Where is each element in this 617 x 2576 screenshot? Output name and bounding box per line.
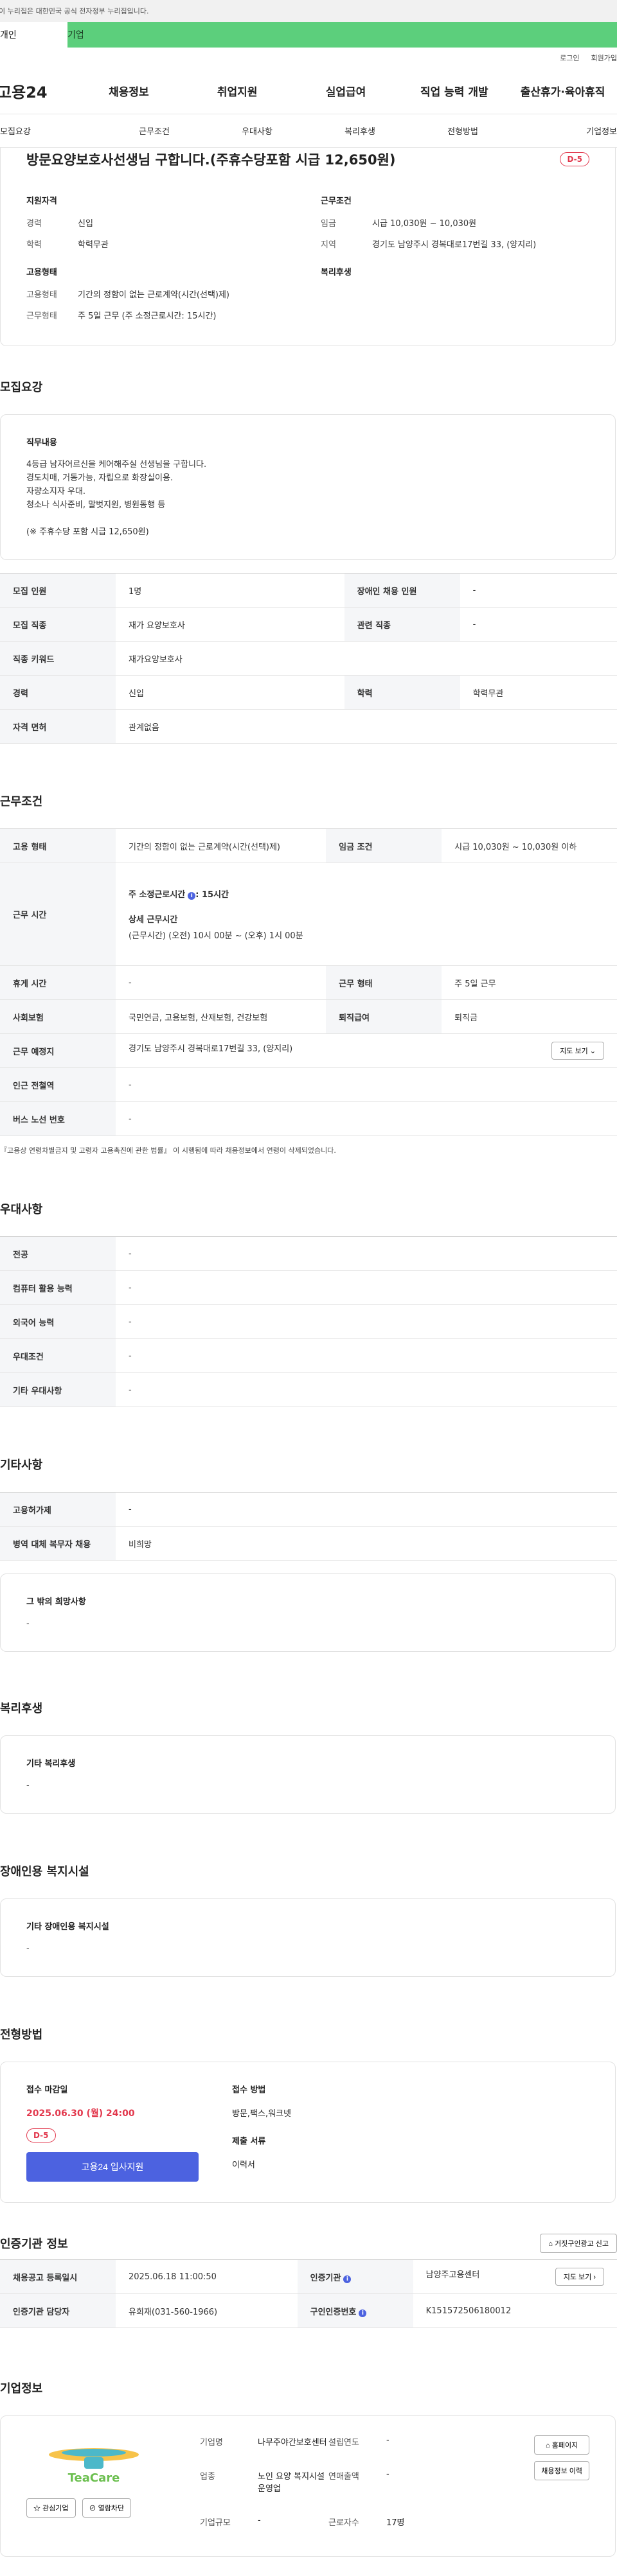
- table-row: 모집 직종 재가 요양보호사 관련 직종 -: [0, 607, 617, 642]
- work-title: 근무조건: [0, 795, 43, 809]
- table-row: 채용공고 등록일시 2025.06.18 11:00:50 인증기관 i 남양주고용센터…: [0, 2259, 617, 2294]
- preference-table: 전공 - 컴퓨터 활용 능력 - 외국어 능력 - 우대조건 - 기타 우대사항 -: [0, 1236, 617, 1407]
- table-row: 근무 예정지 경기도 남양주시 경복대로17번길 33, (양지리) 지도 보기 ⌄: [0, 1033, 617, 1068]
- age-note: 『고용상 연령차별금지 및 고령자 고용촉진에 관한 법률』 이 시행됨에 따라…: [0, 1146, 336, 1155]
- table-row: 인증기관 담당자 유희재(031-560-1966) 구인인증번호 i K1515725…: [0, 2293, 617, 2328]
- table-row: 외국어 능력 -: [0, 1304, 617, 1339]
- home-icon: ⌂: [548, 2240, 553, 2248]
- disability-box: 기타 장애인용 복지시설 -: [0, 1898, 616, 1977]
- star-icon: ☆: [33, 2505, 40, 2512]
- wish-box: 그 밖의 희망사항 -: [0, 1573, 616, 1652]
- svg-text:TeaCare: TeaCare: [68, 2471, 120, 2485]
- company-logo: TeaCare: [49, 2448, 139, 2485]
- global-nav: 고용24 채용정보 취업지원 실업급여 직업 능력 개발 출산휴가·육아휴직: [0, 68, 617, 114]
- recruit-table: 모집 인원 1명 장애인 채용 인원 - 모집 직종 재가 요양보호사 관련 직종 - 직종…: [0, 573, 617, 744]
- subnav-welfare[interactable]: 복리후생: [308, 125, 411, 137]
- agency-title: 인증기관 정보: [0, 2238, 68, 2251]
- table-row: 모집 인원 1명 장애인 채용 인원 -: [0, 573, 617, 608]
- login-link[interactable]: 로그인: [560, 53, 579, 63]
- info-icon[interactable]: i: [188, 892, 196, 900]
- map-button[interactable]: 지도 보기 ⌄: [551, 1042, 604, 1060]
- apply-button[interactable]: 고용24 입사지원: [26, 2152, 199, 2182]
- table-row: 버스 노선 번호 -: [0, 1101, 617, 1136]
- table-row: 컴퓨터 활용 능력 -: [0, 1270, 617, 1305]
- welfare-box: 기타 복리후생 -: [0, 1735, 616, 1814]
- welfare-title: 복리후생: [0, 1702, 43, 1715]
- report-button[interactable]: ⌂ 거짓구인광고 신고: [540, 2234, 617, 2253]
- summary-qualification: 지원자격 경력 신입 학력 학력무관: [26, 197, 109, 250]
- table-row: 휴게 시간 - 근무 형태 주 5일 근무: [0, 965, 617, 1000]
- table-row: 병역 대체 복무자 채용 비희망: [0, 1526, 617, 1561]
- tab-individual[interactable]: 개인: [0, 22, 67, 48]
- block-icon: ⊘: [89, 2505, 96, 2512]
- table-row: 경력 신입 학력 학력무관: [0, 675, 617, 710]
- table-row: 자격 면허 관계없음: [0, 709, 617, 744]
- subnav-recruit[interactable]: 모집요강: [0, 125, 103, 137]
- summary-conditions: 근무조건 임금 시급 10,030원 ~ 10,030원 지역 경기도 남양주시 경…: [321, 197, 537, 250]
- chevron-right-icon: ›: [593, 2274, 596, 2281]
- table-row: 직종 키워드 재가요양보호사: [0, 641, 617, 676]
- table-row: 인근 전철역 -: [0, 1067, 617, 1102]
- selection-box: 접수 마감일 2025.06.30 (월) 24:00 D-5 고용24 입사지…: [0, 2062, 616, 2203]
- home-icon: ⌂: [546, 2442, 550, 2449]
- gnb-menu-parental-leave[interactable]: 출산휴가·육아휴직: [508, 83, 617, 99]
- table-row: 우대조건 -: [0, 1338, 617, 1373]
- company-title: 기업정보: [0, 2382, 43, 2396]
- gnb-menu-jobs[interactable]: 채용정보: [75, 83, 183, 99]
- summary-employment: 고용형태 고용형태 기간의 정함이 없는 근로계약(시간(선택)제) 근무형태 주 …: [26, 268, 230, 321]
- work-table: 고용 형태 기간의 정함이 없는 근로계약(시간(선택)제) 임금 조건 시급 10,…: [0, 828, 617, 1136]
- disability-title: 장애인용 복지시설: [0, 1865, 89, 1879]
- table-row: 전공 -: [0, 1236, 617, 1271]
- info-icon[interactable]: i: [359, 2309, 367, 2317]
- subnav-preference[interactable]: 우대사항: [206, 125, 308, 137]
- gnb-menu-training[interactable]: 직업 능력 개발: [400, 83, 508, 99]
- user-type-tabs: 개인 기업: [0, 22, 617, 48]
- subnav-company[interactable]: 기업정보: [514, 125, 617, 137]
- company-box: TeaCare ☆ 관심기업 ⊘ 열람차단 기업명 나무주야간보호센터 설립연도 -…: [0, 2415, 616, 2557]
- company-info: 기업명 나무주야간보호센터 설립연도 - 업종 노인 요양 복지시설 운영업 연매출액…: [200, 2435, 405, 2528]
- block-button[interactable]: ⊘ 열람차단: [82, 2498, 132, 2518]
- dday-badge: D-5: [560, 152, 589, 166]
- job-summary: 방문요양보호사선생님 구합니다.(주휴수당포함 시급 12,650원) D-5 …: [0, 148, 616, 346]
- subnav-selection[interactable]: 전형방법: [411, 125, 514, 137]
- etc-title: 기타사항: [0, 1459, 43, 1472]
- deadline-date: 2025.06.30 (월) 24:00: [26, 2108, 135, 2119]
- chevron-down-icon: ⌄: [589, 1047, 596, 1055]
- table-row: 근무 시간 주 소정근로시간 i: 15시간 상세 근무시간 (근무시간) (오전…: [0, 863, 617, 966]
- gov-banner: 이 누리집은 대한민국 공식 전자정부 누리집입니다.: [0, 0, 617, 22]
- table-row: 기타 우대사항 -: [0, 1372, 617, 1407]
- history-button[interactable]: 채용정보 이력: [534, 2461, 589, 2480]
- recruit-title: 모집요강: [0, 381, 43, 394]
- selection-title: 전형방법: [0, 2028, 43, 2042]
- utility-links: 로그인 회원가입: [0, 48, 617, 68]
- job-title: 방문요양보호사선생님 구합니다.(주휴수당포함 시급 12,650원): [26, 152, 396, 168]
- site-logo[interactable]: 고용24: [0, 80, 75, 102]
- gnb-menu-unemployment[interactable]: 실업급여: [292, 83, 400, 99]
- interest-button[interactable]: ☆ 관심기업: [26, 2498, 76, 2518]
- table-row: 사회보험 국민연금, 고용보험, 산재보험, 건강보험 퇴직급여 퇴직금: [0, 999, 617, 1034]
- duty-box: 직무내용 4등급 남자어르신을 케어해주실 선생님을 구합니다. 경도치매, 거…: [0, 414, 616, 560]
- dday-badge: D-5: [26, 2128, 56, 2142]
- duty-text: 4등급 남자어르신을 케어해주실 선생님을 구합니다. 경도치매, 거동가능, …: [26, 460, 207, 537]
- agency-table: 채용공고 등록일시 2025.06.18 11:00:50 인증기관 i 남양주고용센터…: [0, 2259, 617, 2328]
- summary-benefits: 복리후생: [321, 268, 352, 277]
- table-row: 고용 형태 기간의 정함이 없는 근로계약(시간(선택)제) 임금 조건 시급 10,…: [0, 828, 617, 863]
- etc-table: 고용허가제 - 병역 대체 복무자 채용 비희망: [0, 1492, 617, 1561]
- info-icon[interactable]: i: [343, 2275, 352, 2283]
- tab-company[interactable]: 기업: [67, 22, 617, 48]
- table-row: 고용허가제 -: [0, 1492, 617, 1527]
- homepage-button[interactable]: ⌂ 홈페이지: [534, 2435, 589, 2455]
- section-nav: 모집요강 근무조건 우대사항 복리후생 전형방법 기업정보: [0, 114, 617, 148]
- preference-title: 우대사항: [0, 1203, 43, 1216]
- subnav-work[interactable]: 근무조건: [103, 125, 206, 137]
- gnb-menu-employment-support[interactable]: 취업지원: [183, 83, 292, 99]
- page-bottom-spacer: [0, 2557, 617, 2576]
- agency-map-button[interactable]: 지도 보기 ›: [555, 2268, 604, 2286]
- join-link[interactable]: 회원가입: [591, 53, 617, 63]
